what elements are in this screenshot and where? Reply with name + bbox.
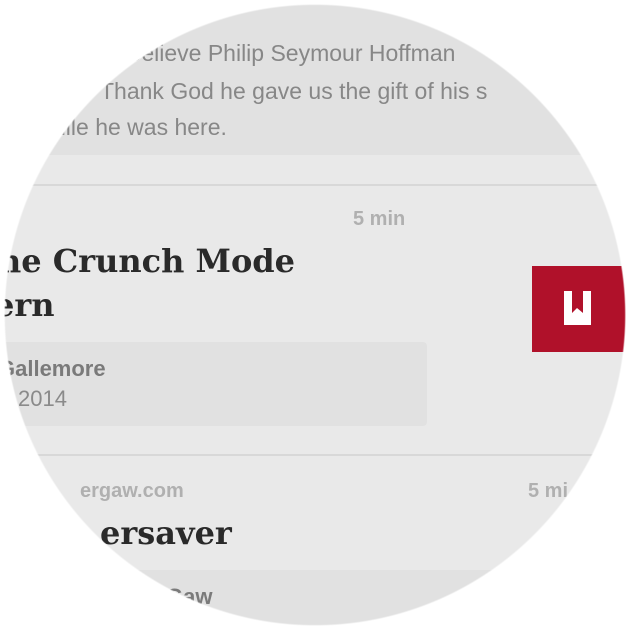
divider <box>0 184 630 186</box>
author-name: Gallemore <box>0 356 106 381</box>
bookmark-icon <box>564 291 591 325</box>
quote-line-2: Thank God he gave us the gift of his s <box>100 78 488 104</box>
article-title: ersaver <box>100 514 232 552</box>
quote-line-1: Believe Philip Seymour Hoffman <box>126 40 456 66</box>
article-source: ergaw.com <box>80 480 184 502</box>
save-button[interactable] <box>532 266 630 352</box>
article-title-line-2: ern <box>0 286 55 324</box>
author-box <box>0 342 427 426</box>
divider <box>0 454 630 456</box>
author-box <box>0 570 630 630</box>
watch-screen: Believe Philip Seymour Hoffman Thank God… <box>0 0 630 630</box>
author-name: Gaw <box>166 584 213 609</box>
article-title-line-1: he Crunch Mode <box>0 242 296 280</box>
quote-line-3: hile he was here. <box>53 114 227 140</box>
read-time: 5 mi <box>528 480 569 502</box>
publish-date: 2014 <box>18 386 67 411</box>
read-time: 5 min <box>353 208 406 230</box>
